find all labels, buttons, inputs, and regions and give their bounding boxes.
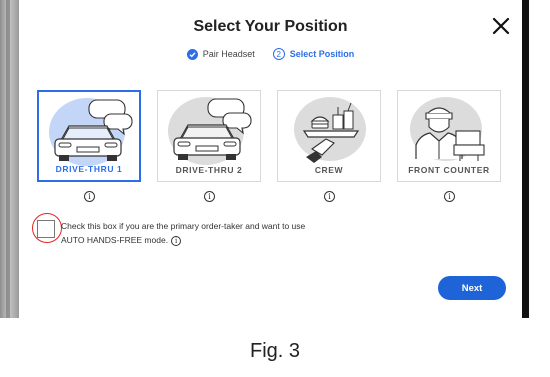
close-icon[interactable] bbox=[489, 14, 513, 38]
progress-steps: Pair Headset 2 Select Position bbox=[19, 48, 522, 60]
position-label: DRIVE-THRU 2 bbox=[175, 165, 243, 175]
step-select-position: 2 Select Position bbox=[272, 48, 355, 60]
position-card-front-counter[interactable]: FRONT COUNTER bbox=[397, 90, 501, 182]
position-label: CREW bbox=[314, 165, 344, 175]
position-card-drive-thru-1[interactable]: DRIVE-THRU 1 bbox=[37, 90, 141, 182]
position-card-drive-thru-2[interactable]: DRIVE-THRU 2 bbox=[157, 90, 261, 182]
left-frame-edge bbox=[0, 0, 19, 318]
position-label: FRONT COUNTER bbox=[408, 165, 490, 175]
checkbox-text-line-2-label: AUTO HANDS-FREE mode. bbox=[61, 235, 169, 245]
info-icon[interactable]: i bbox=[84, 191, 95, 202]
checkbox-description: Check this box if you are the primary or… bbox=[61, 219, 361, 247]
figure-caption: Fig. 3 bbox=[249, 340, 301, 362]
step-label-select-position: Select Position bbox=[289, 49, 355, 59]
position-label: DRIVE-THRU 1 bbox=[55, 164, 123, 174]
checkbox-text-line-1: Check this box if you are the primary or… bbox=[61, 221, 306, 231]
check-circle-icon bbox=[186, 48, 198, 60]
info-icon[interactable]: i bbox=[444, 191, 455, 202]
dialog-title: Select Your Position bbox=[193, 18, 348, 35]
step-number-icon: 2 bbox=[272, 48, 285, 60]
info-icon[interactable]: i bbox=[324, 191, 335, 202]
checkbox-text-line-2: AUTO HANDS-FREE mode. i bbox=[61, 233, 361, 247]
next-button[interactable]: Next bbox=[438, 276, 506, 300]
auto-hands-free-checkbox[interactable] bbox=[37, 220, 55, 238]
select-position-dialog: Select Your Position Pair Headset 2 Sele… bbox=[19, 0, 522, 318]
step-pair-headset: Pair Headset bbox=[186, 48, 255, 60]
right-frame-edge bbox=[522, 0, 529, 318]
step-label-pair-headset: Pair Headset bbox=[202, 49, 255, 59]
position-card-crew[interactable]: CREW bbox=[277, 90, 381, 182]
info-icon[interactable]: i bbox=[171, 235, 182, 246]
info-icon[interactable]: i bbox=[204, 191, 215, 202]
